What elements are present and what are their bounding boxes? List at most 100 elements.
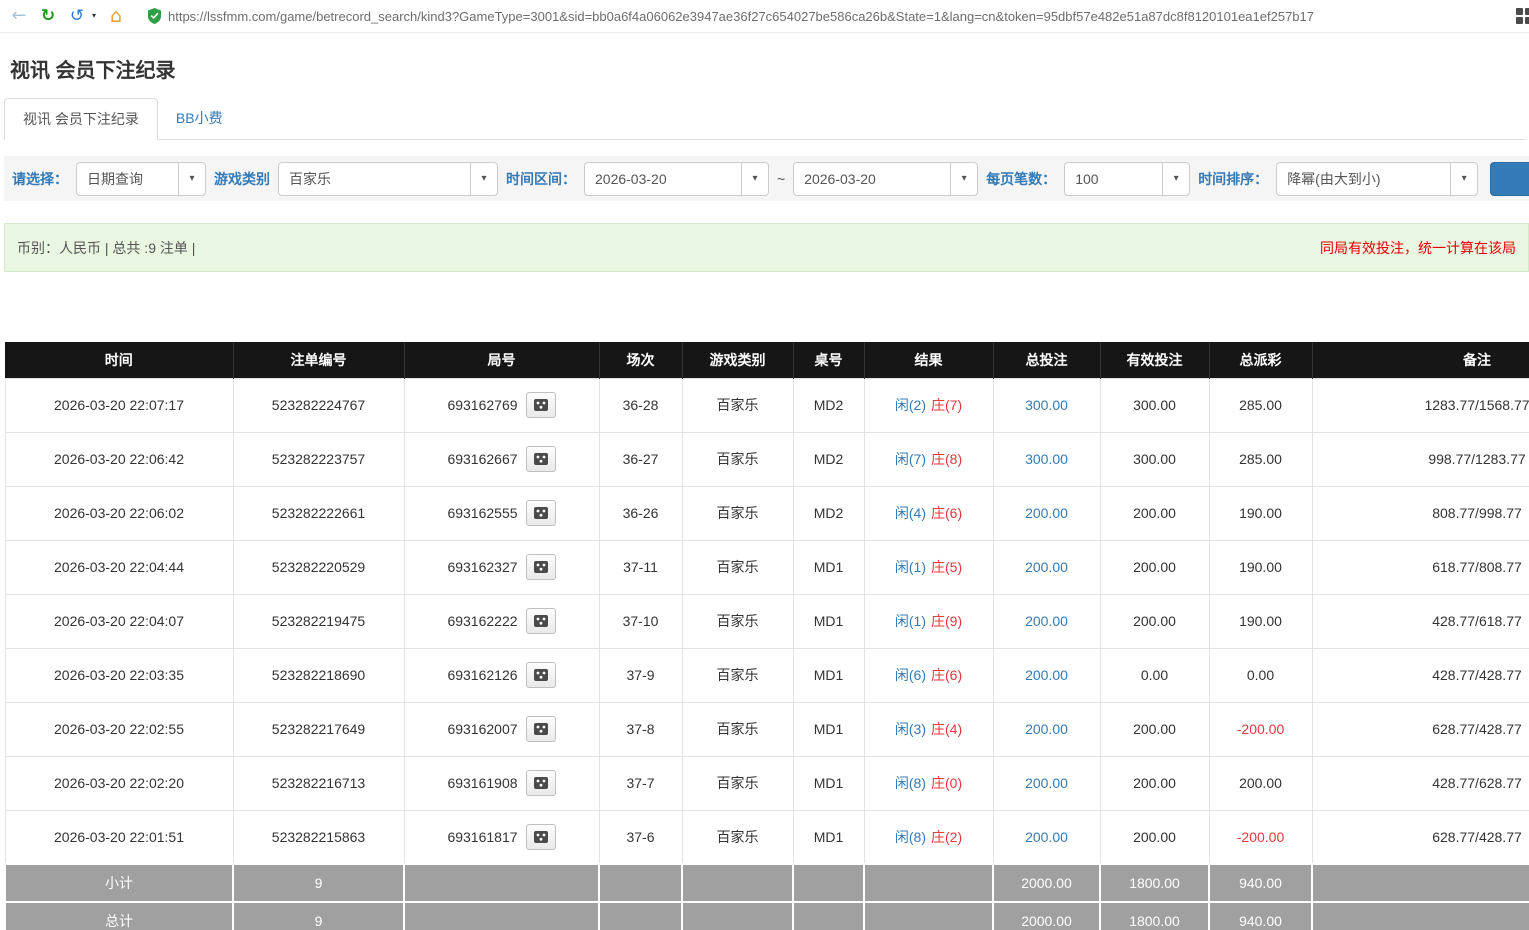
extension-grid-icon[interactable] [1516,8,1529,24]
cell-game-type: 百家乐 [682,648,793,702]
cell-valid-bet: 200.00 [1100,594,1209,648]
dice-icon [533,722,549,736]
total-row: 总计 9 2000.00 1800.00 940.00 [5,902,1529,930]
cell-note: 808.77/998.77 [1312,486,1529,540]
browser-toolbar: ← ↻ ↺ ▾ ⌂ https://lssfmm.com/game/betrec… [0,0,1529,33]
cell-game-type: 百家乐 [682,540,793,594]
valid-bet-notice-text: 同局有效投注，统一计算在该局 [1320,238,1516,258]
round-number: 693162555 [447,505,517,521]
filter-bar: 请选择： 日期查询 ▾ 游戏类别 百家乐 ▾ 时间区间： 2026-03-20 … [4,156,1529,201]
tab-bet-records[interactable]: 视讯 会员下注纪录 [4,98,158,140]
cell-game-type: 百家乐 [682,486,793,540]
cell-table-no: MD2 [793,486,864,540]
cell-table-no: MD1 [793,648,864,702]
round-number: 693162667 [447,451,517,467]
round-detail-button[interactable] [526,662,556,688]
url-text[interactable]: https://lssfmm.com/game/betrecord_search… [168,9,1314,24]
round-detail-button[interactable] [526,608,556,634]
cell-result: 闲(2)庄(7) [864,378,993,432]
cell-total-bet[interactable]: 200.00 [993,486,1100,540]
cell-time: 2026-03-20 22:04:44 [5,540,233,594]
game-type-select[interactable]: 百家乐 ▾ [278,162,498,196]
date-to-select[interactable]: 2026-03-20 ▾ [793,162,978,196]
cell-session: 36-27 [599,432,682,486]
cell-valid-bet: 300.00 [1100,378,1209,432]
cell-payout: 200.00 [1209,756,1312,810]
cell-total-bet[interactable]: 200.00 [993,810,1100,864]
cell-game-type: 百家乐 [682,810,793,864]
sort-order-label: 时间排序： [1198,169,1268,189]
table-row: 2026-03-20 22:02:20 523282216713 6931619… [5,756,1529,810]
chevron-down-icon: ▾ [470,163,497,195]
date-from-value: 2026-03-20 [585,171,741,187]
cell-total-bet[interactable]: 200.00 [993,702,1100,756]
col-header-valid-bet: 有效投注 [1100,342,1209,378]
refresh-icon[interactable]: ↻ [37,8,59,25]
result-banker: 庄(6) [931,505,962,521]
cell-session: 37-11 [599,540,682,594]
address-bar[interactable]: https://lssfmm.com/game/betrecord_search… [134,8,1521,24]
round-detail-button[interactable] [526,392,556,418]
cell-result: 闲(1)庄(5) [864,540,993,594]
home-icon[interactable]: ⌂ [105,7,127,26]
cell-result: 闲(3)庄(4) [864,702,993,756]
tab-bb-tip[interactable]: BB小费 [158,98,241,139]
cell-bet-id: 523282222661 [233,486,404,540]
bet-records-table-wrap: 时间 注单编号 局号 场次 游戏类别 桌号 结果 总投注 有效投注 总派彩 备注… [4,342,1529,930]
dice-icon [533,830,549,844]
table-row: 2026-03-20 22:04:44 523282220529 6931623… [5,540,1529,594]
search-button[interactable] [1490,162,1529,196]
cell-table-no: MD1 [793,810,864,864]
sort-order-select[interactable]: 降幂(由大到小) ▾ [1276,162,1478,196]
dice-icon [533,506,549,520]
col-header-note: 备注 [1312,342,1529,378]
cell-total-bet[interactable]: 300.00 [993,432,1100,486]
dice-icon [533,668,549,682]
cell-session: 37-6 [599,810,682,864]
chevron-down-icon: ▾ [1162,163,1189,195]
round-detail-button[interactable] [526,716,556,742]
round-detail-button[interactable] [526,500,556,526]
query-type-select[interactable]: 日期查询 ▾ [76,162,206,196]
query-type-label: 请选择： [12,169,68,189]
undo-icon[interactable]: ↺ [66,8,88,25]
result-player: 闲(6) [895,667,926,683]
table-row: 2026-03-20 22:01:51 523282215863 6931618… [5,810,1529,864]
result-banker: 庄(9) [931,613,962,629]
result-player: 闲(7) [895,451,926,467]
dice-icon [533,614,549,628]
cell-time: 2026-03-20 22:04:07 [5,594,233,648]
cell-total-bet[interactable]: 200.00 [993,756,1100,810]
col-header-table-no: 桌号 [793,342,864,378]
round-detail-button[interactable] [526,824,556,850]
cell-total-bet[interactable]: 300.00 [993,378,1100,432]
cell-total-bet[interactable]: 200.00 [993,594,1100,648]
round-detail-button[interactable] [526,770,556,796]
round-detail-button[interactable] [526,554,556,580]
date-from-select[interactable]: 2026-03-20 ▾ [584,162,769,196]
cell-game-type: 百家乐 [682,702,793,756]
undo-dropdown-caret[interactable]: ▾ [90,12,98,20]
table-row: 2026-03-20 22:06:42 523282223757 6931626… [5,432,1529,486]
table-row: 2026-03-20 22:06:02 523282222661 6931625… [5,486,1529,540]
back-icon[interactable]: ← [8,7,30,25]
cell-result: 闲(1)庄(9) [864,594,993,648]
cell-round: 693162222 [404,594,599,648]
subtotal-valid-bet: 1800.00 [1100,864,1209,902]
cell-total-bet[interactable]: 200.00 [993,540,1100,594]
date-to-value: 2026-03-20 [794,171,950,187]
cell-table-no: MD2 [793,378,864,432]
cell-total-bet[interactable]: 200.00 [993,648,1100,702]
cell-note: 428.77/628.77 [1312,756,1529,810]
table-row: 2026-03-20 22:03:35 523282218690 6931621… [5,648,1529,702]
result-banker: 庄(8) [931,451,962,467]
subtotal-label: 小计 [5,864,233,902]
page-size-select[interactable]: 100 ▾ [1064,162,1190,196]
cell-valid-bet: 200.00 [1100,486,1209,540]
round-number: 693161817 [447,829,517,845]
bet-records-table: 时间 注单编号 局号 场次 游戏类别 桌号 结果 总投注 有效投注 总派彩 备注… [4,342,1529,930]
cell-round: 693162327 [404,540,599,594]
table-row: 2026-03-20 22:07:17 523282224767 6931627… [5,378,1529,432]
round-detail-button[interactable] [526,446,556,472]
cell-note: 998.77/1283.77 [1312,432,1529,486]
